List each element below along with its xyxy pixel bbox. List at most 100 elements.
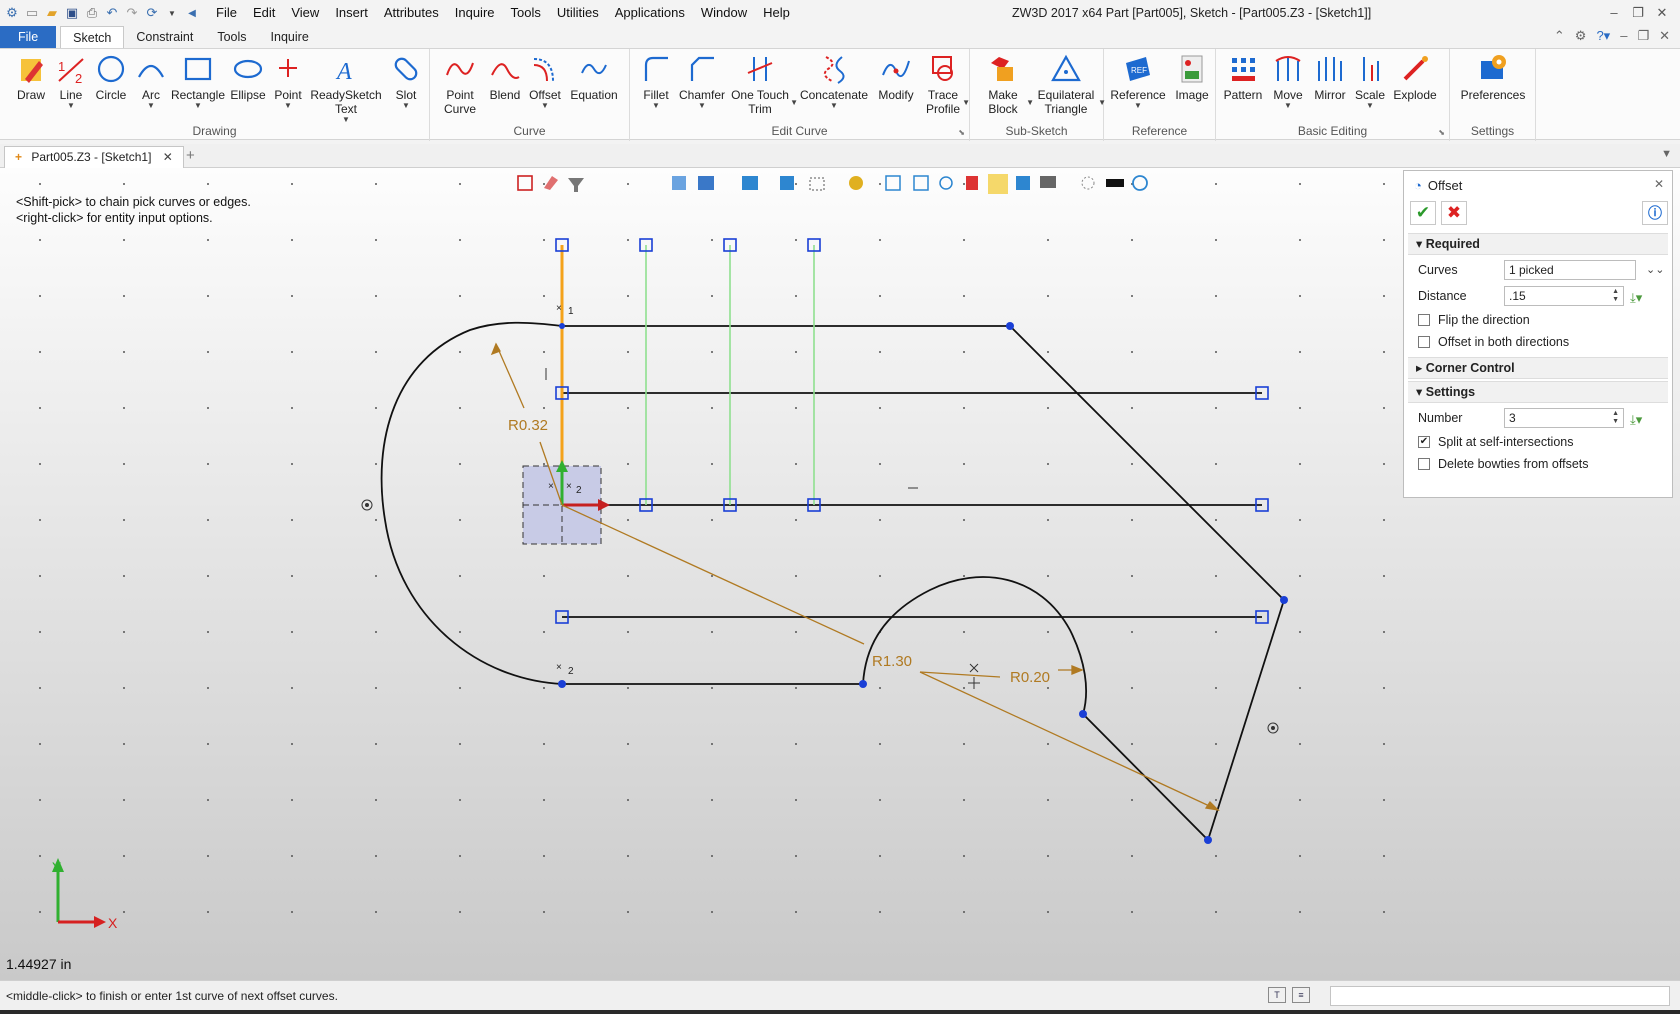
- distance-spinner-icon[interactable]: ▲ ▼: [1612, 288, 1619, 304]
- drag-handle[interactable]: [522, 460, 610, 545]
- menu-window[interactable]: Window: [693, 1, 755, 25]
- filter-icon[interactable]: [568, 178, 584, 192]
- doc-restore-icon[interactable]: ❐: [1637, 28, 1649, 44]
- tab-tools[interactable]: Tools: [205, 26, 258, 48]
- print-icon[interactable]: ⎙: [82, 3, 102, 23]
- blend-button[interactable]: Blend: [486, 53, 524, 102]
- menu-applications[interactable]: Applications: [607, 1, 693, 25]
- close-tab-icon[interactable]: ✕: [163, 150, 173, 164]
- chevron-down-icon[interactable]: ▼: [162, 3, 182, 23]
- view-toolbar-icons[interactable]: [672, 174, 1148, 194]
- number-spinner-icon[interactable]: ▲ ▼: [1612, 410, 1619, 426]
- tab-sketch[interactable]: Sketch: [60, 26, 125, 48]
- save-icon[interactable]: ▣: [62, 3, 82, 23]
- command-input[interactable]: [1330, 986, 1670, 1006]
- doc-minimize-icon[interactable]: –: [1620, 28, 1627, 44]
- restore-icon[interactable]: ❐: [1626, 3, 1650, 23]
- trace-profile-button[interactable]: Trace Profile ▼: [920, 53, 970, 116]
- undo-icon[interactable]: ↶: [102, 3, 122, 23]
- info-button[interactable]: ⓘ: [1642, 201, 1668, 225]
- tab-part005-sketch1[interactable]: + Part005.Z3 - [Sketch1] ✕: [4, 146, 184, 168]
- section-corner-control[interactable]: ▸ Corner Control: [1408, 357, 1668, 379]
- bowties-checkbox-box[interactable]: [1418, 458, 1430, 470]
- make-block-button[interactable]: Make Block ▼: [980, 53, 1034, 116]
- menu-file[interactable]: File: [208, 1, 245, 25]
- point-curve-button[interactable]: Point Curve: [438, 53, 482, 116]
- distance-options-icon[interactable]: ⤓▾: [1630, 285, 1642, 311]
- open-file-icon[interactable]: ▰: [42, 3, 62, 23]
- number-options-icon[interactable]: ⤓▾: [1630, 407, 1642, 433]
- menu-tools[interactable]: Tools: [503, 1, 549, 25]
- text-panel-icon[interactable]: T: [1268, 987, 1286, 1003]
- menu-help[interactable]: Help: [755, 1, 798, 25]
- concatenate-button[interactable]: Concatenate ▼: [798, 53, 870, 110]
- doc-close-icon[interactable]: ✕: [1659, 28, 1670, 44]
- exit-sketch-icon[interactable]: [517, 175, 533, 191]
- arc-button[interactable]: Arc ▼: [132, 53, 170, 110]
- tab-file[interactable]: File: [0, 26, 57, 48]
- offset-lines[interactable]: [562, 392, 1262, 618]
- one-touch-trim-button[interactable]: One Touch Trim ▼: [728, 53, 798, 116]
- menu-view[interactable]: View: [283, 1, 327, 25]
- draw-button[interactable]: Draw: [12, 53, 50, 102]
- refresh-icon[interactable]: ⟳: [142, 3, 162, 23]
- ok-button[interactable]: ✔: [1410, 201, 1436, 225]
- number-field[interactable]: 3 ▲ ▼: [1504, 408, 1624, 428]
- point-button[interactable]: Point ▼: [270, 53, 306, 110]
- group-expand-icon[interactable]: ⬊: [1438, 128, 1445, 137]
- gear-icon[interactable]: ⚙: [1575, 28, 1587, 44]
- curves-expand-icon[interactable]: ⌄⌄: [1646, 257, 1664, 283]
- tab-inquire[interactable]: Inquire: [259, 26, 321, 48]
- both-directions-checkbox[interactable]: Offset in both directions: [1404, 331, 1672, 353]
- close-icon[interactable]: ✕: [1650, 3, 1674, 23]
- delete-bowties-checkbox[interactable]: Delete bowties from offsets: [1404, 453, 1672, 475]
- ellipse-button[interactable]: Ellipse: [228, 53, 268, 102]
- mirror-button[interactable]: Mirror: [1310, 53, 1350, 102]
- modify-button[interactable]: Modify: [874, 53, 918, 102]
- sketch-profile[interactable]: [380, 321, 1286, 842]
- add-tab-icon[interactable]: +: [186, 147, 195, 164]
- equation-button[interactable]: Equation: [566, 53, 622, 102]
- both-checkbox-box[interactable]: [1418, 336, 1430, 348]
- offset-button[interactable]: Offset ▼: [526, 53, 564, 110]
- close-panel-icon[interactable]: ✕: [1654, 177, 1664, 191]
- scale-button[interactable]: Scale ▼: [1352, 53, 1388, 110]
- app-logo-icon[interactable]: ⚙: [2, 3, 22, 23]
- reference-button[interactable]: REF Reference ▼: [1108, 53, 1168, 110]
- explode-button[interactable]: Explode: [1390, 53, 1440, 102]
- back-arrow-icon[interactable]: ◀: [182, 3, 202, 23]
- pattern-button[interactable]: Pattern: [1220, 53, 1266, 102]
- new-file-icon[interactable]: ▭: [22, 3, 42, 23]
- line-button[interactable]: 12 Line ▼: [52, 53, 90, 110]
- collapse-ribbon-icon[interactable]: ⌃: [1554, 28, 1565, 44]
- move-button[interactable]: Move ▼: [1268, 53, 1308, 110]
- section-required[interactable]: ▾ Required: [1408, 233, 1668, 255]
- split-checkbox-box[interactable]: ✔: [1418, 436, 1430, 448]
- flip-checkbox-box[interactable]: [1418, 314, 1430, 326]
- menu-utilities[interactable]: Utilities: [549, 1, 607, 25]
- image-button[interactable]: Image: [1172, 53, 1212, 102]
- fillet-button[interactable]: Fillet ▼: [636, 53, 676, 110]
- distance-field[interactable]: .15 ▲ ▼: [1504, 286, 1624, 306]
- menu-edit[interactable]: Edit: [245, 1, 283, 25]
- tabs-dropdown-icon[interactable]: ▼: [1661, 148, 1672, 160]
- slot-button[interactable]: Slot ▼: [388, 53, 424, 110]
- help-icon[interactable]: ?▾: [1596, 28, 1610, 44]
- redo-icon[interactable]: ↷: [122, 3, 142, 23]
- circle-button[interactable]: Circle: [92, 53, 130, 102]
- menu-inquire[interactable]: Inquire: [447, 1, 503, 25]
- dimension-labels[interactable]: R0.32 R1.30 R0.20: [508, 417, 1050, 686]
- cancel-button[interactable]: ✖: [1441, 201, 1467, 225]
- rectangle-button[interactable]: Rectangle ▼: [170, 53, 226, 110]
- list-panel-icon[interactable]: ≡: [1292, 987, 1310, 1003]
- equilateral-triangle-button[interactable]: Equilateral Triangle ▼: [1032, 53, 1106, 116]
- menu-insert[interactable]: Insert: [327, 1, 376, 25]
- chamfer-button[interactable]: Chamfer ▼: [678, 53, 726, 110]
- menu-attributes[interactable]: Attributes: [376, 1, 447, 25]
- curves-field[interactable]: 1 picked: [1504, 260, 1636, 280]
- preferences-button[interactable]: Preferences: [1454, 53, 1532, 102]
- readysketch-text-button[interactable]: A ReadySketch Text ▼: [310, 53, 382, 124]
- section-settings[interactable]: ▾ Settings: [1408, 381, 1668, 403]
- handle-boxes[interactable]: [555, 238, 1269, 624]
- eraser-icon[interactable]: [544, 176, 558, 190]
